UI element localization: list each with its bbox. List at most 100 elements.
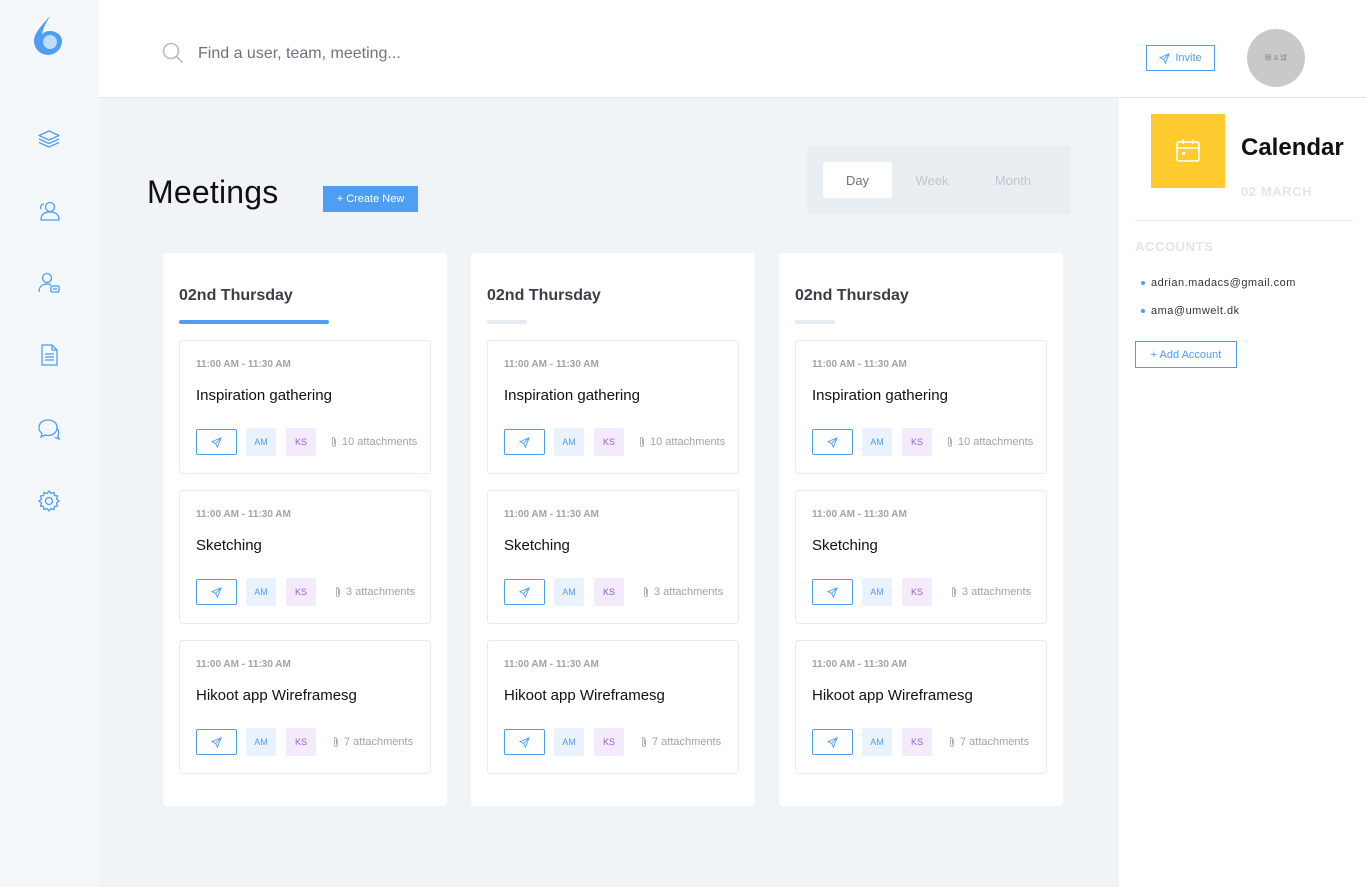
day-column: 02nd Thursday 11:00 AM - 11:30 AM Inspirat… bbox=[163, 253, 447, 806]
meeting-card[interactable]: 11:00 AM - 11:30 AM Hikoot app Wireframes… bbox=[179, 640, 431, 774]
attachments-count: 10 attachments bbox=[650, 436, 726, 448]
attachments-count: 3 attachments bbox=[346, 586, 416, 598]
tab-week[interactable]: Week bbox=[897, 162, 967, 198]
attachments-link[interactable]: 10 attachments bbox=[946, 436, 1033, 448]
participant-tag[interactable]: KS bbox=[594, 728, 624, 756]
top-bar: Invite 眼 & 球 bbox=[99, 0, 1366, 98]
meeting-time: 11:00 AM - 11:30 AM bbox=[196, 359, 291, 370]
participant-tag[interactable]: AM bbox=[862, 578, 892, 606]
send-button[interactable] bbox=[812, 729, 853, 755]
meeting-card[interactable]: 11:00 AM - 11:30 AM Sketching AM KS 3 attach… bbox=[487, 490, 739, 624]
participant-tag[interactable]: AM bbox=[554, 578, 584, 606]
paperclip-icon bbox=[334, 737, 338, 747]
sidebar bbox=[0, 0, 99, 887]
participant-tag[interactable]: AM bbox=[862, 728, 892, 756]
send-button[interactable] bbox=[504, 429, 545, 455]
participant-tag[interactable]: AM bbox=[246, 728, 276, 756]
nav-users-icon[interactable] bbox=[36, 198, 62, 224]
meeting-card[interactable]: 11:00 AM - 11:30 AM Hikoot app Wireframes… bbox=[487, 640, 739, 774]
participant-tag[interactable]: AM bbox=[554, 728, 584, 756]
participant-tag[interactable]: AM bbox=[554, 428, 584, 456]
nav-document-icon[interactable] bbox=[36, 342, 62, 368]
participant-tag[interactable]: KS bbox=[902, 428, 932, 456]
attachments-count: 7 attachments bbox=[344, 736, 414, 748]
create-new-button[interactable]: + Create New bbox=[323, 186, 418, 212]
day-heading: 02nd Thursday bbox=[179, 287, 293, 304]
tab-month[interactable]: Month bbox=[972, 162, 1054, 198]
participant-tag[interactable]: KS bbox=[286, 578, 316, 606]
day-column: 02nd Thursday 11:00 AM - 11:30 AM Inspirat… bbox=[779, 253, 1063, 806]
send-icon bbox=[1159, 52, 1171, 64]
avatar[interactable]: 眼 & 球 bbox=[1247, 29, 1305, 87]
invite-button[interactable]: Invite bbox=[1146, 45, 1215, 71]
send-icon bbox=[211, 436, 222, 448]
add-account-button[interactable]: + Add Account bbox=[1135, 341, 1237, 368]
send-icon bbox=[827, 436, 838, 448]
meeting-card[interactable]: 11:00 AM - 11:30 AM Inspiration gathering… bbox=[179, 340, 431, 474]
accounts-heading: ACCOUNTS bbox=[1135, 239, 1214, 254]
send-button[interactable] bbox=[196, 429, 237, 455]
attachments-link[interactable]: 7 attachments bbox=[948, 736, 1029, 748]
meeting-time: 11:00 AM - 11:30 AM bbox=[812, 659, 907, 670]
meeting-card[interactable]: 11:00 AM - 11:30 AM Inspiration gathering… bbox=[795, 340, 1047, 474]
participant-tag[interactable]: KS bbox=[286, 728, 316, 756]
send-button[interactable] bbox=[812, 429, 853, 455]
paperclip-icon bbox=[642, 737, 646, 747]
send-button[interactable] bbox=[504, 729, 545, 755]
participant-tag[interactable]: KS bbox=[902, 728, 932, 756]
day-heading: 02nd Thursday bbox=[487, 287, 601, 304]
participant-tag[interactable]: KS bbox=[286, 428, 316, 456]
search-input[interactable] bbox=[198, 38, 698, 70]
attachments-link[interactable]: 3 attachments bbox=[642, 586, 723, 598]
paperclip-icon bbox=[952, 587, 956, 597]
attachments-link[interactable]: 3 attachments bbox=[334, 586, 415, 598]
send-button[interactable] bbox=[196, 579, 237, 605]
attachments-count: 3 attachments bbox=[962, 586, 1032, 598]
meeting-title: Sketching bbox=[504, 537, 570, 554]
meeting-card[interactable]: 11:00 AM - 11:30 AM Sketching AM KS 3 attach… bbox=[795, 490, 1047, 624]
calendar-panel: Calendar 02 MARCH ACCOUNTS adrian.madacs… bbox=[1119, 98, 1366, 887]
account-item[interactable]: adrian.madacs@gmail.com bbox=[1141, 277, 1296, 289]
day-indicator-bar bbox=[795, 320, 835, 324]
paperclip-icon bbox=[950, 737, 954, 747]
nav-settings-icon[interactable] bbox=[36, 488, 62, 514]
tab-day[interactable]: Day bbox=[823, 162, 892, 198]
participant-tag[interactable]: KS bbox=[594, 578, 624, 606]
meeting-time: 11:00 AM - 11:30 AM bbox=[812, 359, 907, 370]
nav-chat-icon[interactable] bbox=[36, 416, 62, 442]
send-button[interactable] bbox=[196, 729, 237, 755]
meeting-card[interactable]: 11:00 AM - 11:30 AM Hikoot app Wireframes… bbox=[795, 640, 1047, 774]
meeting-card[interactable]: 11:00 AM - 11:30 AM Sketching AM KS 3 attach… bbox=[179, 490, 431, 624]
participant-tag[interactable]: AM bbox=[246, 578, 276, 606]
paperclip-icon bbox=[336, 587, 340, 597]
meeting-time: 11:00 AM - 11:30 AM bbox=[504, 359, 599, 370]
attachments-link[interactable]: 10 attachments bbox=[638, 436, 725, 448]
attachments-link[interactable]: 7 attachments bbox=[640, 736, 721, 748]
send-icon bbox=[211, 736, 222, 748]
day-indicator-bar bbox=[179, 320, 329, 324]
send-icon bbox=[519, 436, 530, 448]
send-icon bbox=[519, 586, 530, 598]
send-icon bbox=[827, 736, 838, 748]
invite-label: Invite bbox=[1175, 52, 1202, 64]
participant-tag[interactable]: KS bbox=[902, 578, 932, 606]
account-item[interactable]: ama@umwelt.dk bbox=[1141, 305, 1240, 317]
attachments-link[interactable]: 10 attachments bbox=[330, 436, 417, 448]
search-icon[interactable] bbox=[162, 42, 184, 64]
attachments-count: 10 attachments bbox=[958, 436, 1034, 448]
attachments-link[interactable]: 3 attachments bbox=[950, 586, 1031, 598]
avatar-text: 眼 & 球 bbox=[1264, 55, 1288, 62]
paperclip-icon bbox=[644, 587, 648, 597]
send-button[interactable] bbox=[812, 579, 853, 605]
app-logo-icon[interactable] bbox=[32, 13, 66, 55]
attachments-link[interactable]: 7 attachments bbox=[332, 736, 413, 748]
meeting-card[interactable]: 11:00 AM - 11:30 AM Inspiration gathering… bbox=[487, 340, 739, 474]
nav-user-card-icon[interactable] bbox=[36, 270, 62, 296]
nav-layers-icon[interactable] bbox=[36, 126, 62, 152]
divider bbox=[1135, 220, 1353, 221]
participant-tag[interactable]: KS bbox=[594, 428, 624, 456]
participant-tag[interactable]: AM bbox=[246, 428, 276, 456]
participant-tag[interactable]: AM bbox=[862, 428, 892, 456]
send-button[interactable] bbox=[504, 579, 545, 605]
meeting-title: Sketching bbox=[812, 537, 878, 554]
